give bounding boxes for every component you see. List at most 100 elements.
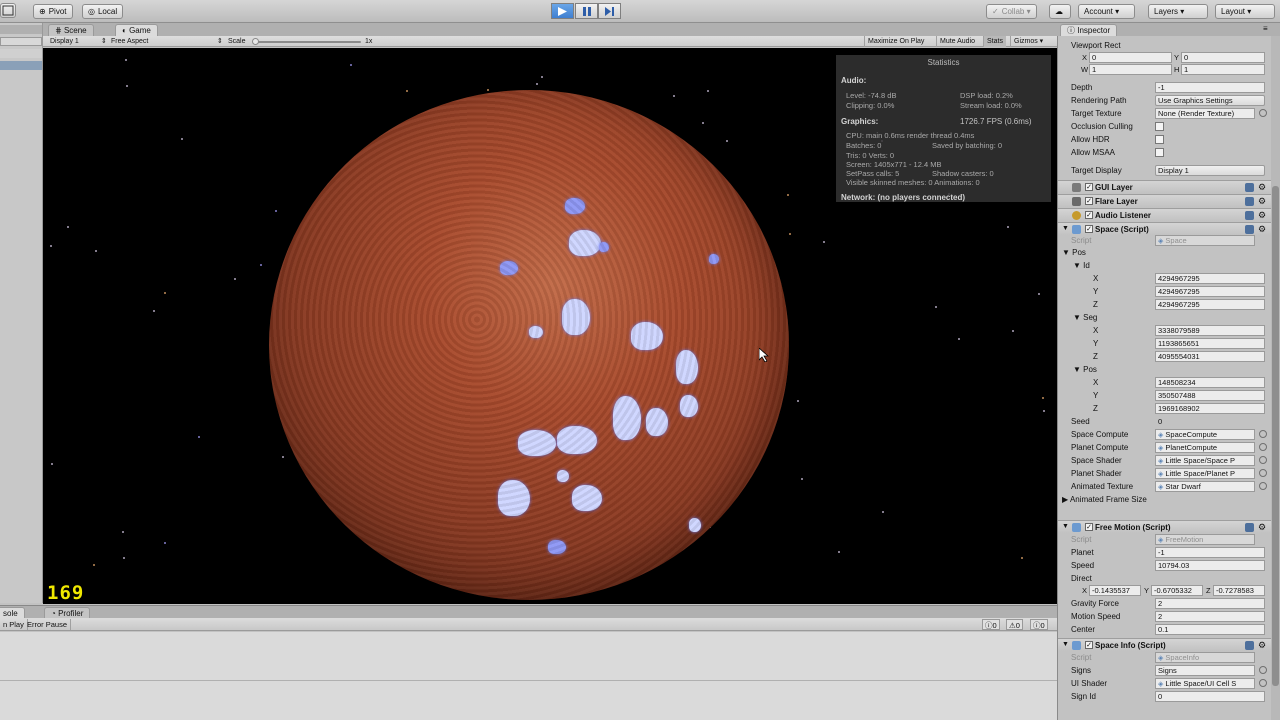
help-book-icon[interactable] [1245, 641, 1254, 650]
gear-icon[interactable]: ⚙ [1258, 210, 1266, 221]
help-book-icon[interactable] [1245, 183, 1254, 192]
cloud-button[interactable]: ☁ [1049, 4, 1071, 19]
object-picker-icon[interactable] [1259, 469, 1267, 477]
stats-toggle[interactable]: Stats [983, 36, 1006, 47]
rect-tool-button[interactable] [0, 3, 16, 18]
pivot-toggle[interactable]: ⊕ Pivot [33, 4, 73, 19]
id-foldout[interactable]: ▼ Id [1058, 259, 1273, 272]
sign-id-field[interactable]: 0 [1155, 691, 1265, 702]
mute-audio-toggle[interactable]: Mute Audio [936, 36, 978, 47]
error-pause-toggle[interactable]: Error Pause [24, 619, 72, 630]
warning-count-toggle[interactable]: ⚠0 [1006, 619, 1023, 630]
animated-frame-size-foldout[interactable]: ▶ Animated Frame Size [1058, 493, 1273, 506]
game-view[interactable]: 169 Statistics Audio: Level: -74.8 dB DS… [43, 48, 1057, 604]
id-x-field[interactable]: 4294967295 [1155, 273, 1265, 284]
occlusion-culling-checkbox[interactable] [1155, 122, 1164, 131]
scale-slider-track[interactable] [256, 41, 361, 43]
target-texture-field[interactable]: None (Render Texture) [1155, 108, 1255, 119]
panel-menu-icon[interactable]: ≡ [1263, 24, 1268, 33]
target-display-dropdown[interactable]: Display 1 [1155, 165, 1265, 176]
space-script-enabled-checkbox[interactable]: ✓ [1085, 225, 1093, 233]
maximize-on-play-toggle[interactable]: Maximize On Play [864, 36, 927, 47]
allow-msaa-checkbox[interactable] [1155, 148, 1164, 157]
step-button[interactable] [598, 3, 621, 19]
planet-shader-field[interactable]: Little Space/Planet P [1155, 468, 1255, 479]
pos-y-field[interactable]: 350507488 [1155, 390, 1265, 401]
signs-field[interactable]: Signs [1155, 665, 1255, 676]
free-motion-component[interactable]: ▼ ✓ Free Motion (Script) ⚙ [1058, 520, 1273, 533]
viewport-h-field[interactable]: 1 [1181, 64, 1265, 75]
tab-game[interactable]: ◐ Game [115, 24, 158, 36]
tab-inspector[interactable]: ⓘ Inspector [1060, 24, 1118, 36]
display-dropdown[interactable]: Display 1 ⇕ [50, 36, 107, 47]
object-picker-icon[interactable] [1259, 430, 1267, 438]
log-count-toggle[interactable]: ⓘ0 [982, 619, 1000, 630]
object-picker-icon[interactable] [1259, 482, 1267, 490]
help-book-icon[interactable] [1245, 225, 1254, 234]
flare-layer-enabled-checkbox[interactable]: ✓ [1085, 197, 1093, 205]
foldout-open-icon[interactable]: ▼ [1062, 641, 1069, 648]
layers-dropdown[interactable]: Layers ▾ [1148, 4, 1208, 19]
direct-x-field[interactable]: -0.1435537 [1089, 585, 1141, 596]
play-button[interactable] [551, 3, 574, 19]
space-info-component[interactable]: ▼ ✓ Space Info (Script) ⚙ [1058, 638, 1273, 651]
tab-scene[interactable]: ⋕ Scene [48, 24, 94, 36]
gear-icon[interactable]: ⚙ [1258, 196, 1266, 207]
allow-hdr-checkbox[interactable] [1155, 135, 1164, 144]
viewport-x-field[interactable]: 0 [1089, 52, 1172, 63]
direct-z-field[interactable]: -0.7278583 [1213, 585, 1265, 596]
account-dropdown[interactable]: Account ▾ [1078, 4, 1135, 19]
help-book-icon[interactable] [1245, 523, 1254, 532]
object-picker-icon[interactable] [1259, 456, 1267, 464]
foldout-open-icon[interactable]: ▼ [1062, 225, 1069, 232]
object-picker-icon[interactable] [1259, 443, 1267, 451]
inspector-scrollbar[interactable] [1271, 36, 1280, 720]
pos-sub-foldout[interactable]: ▼ Pos [1058, 363, 1273, 376]
space-shader-field[interactable]: Little Space/Space P [1155, 455, 1255, 466]
help-book-icon[interactable] [1245, 197, 1254, 206]
scale-slider-thumb[interactable] [252, 38, 259, 45]
object-picker-icon[interactable] [1259, 679, 1267, 687]
id-y-field[interactable]: 4294967295 [1155, 286, 1265, 297]
ui-shader-field[interactable]: Little Space/UI Cell S [1155, 678, 1255, 689]
viewport-w-field[interactable]: 1 [1089, 64, 1172, 75]
direct-y-field[interactable]: -0.6705332 [1151, 585, 1203, 596]
audio-listener-component[interactable]: ✓ Audio Listener ⚙ [1058, 208, 1273, 221]
pos-z-field[interactable]: 1969168902 [1155, 403, 1265, 414]
object-picker-icon[interactable] [1259, 666, 1267, 674]
aspect-dropdown[interactable]: Free Aspect ⇕ [111, 36, 223, 47]
center-field[interactable]: 0.1 [1155, 624, 1265, 635]
gravity-force-field[interactable]: 2 [1155, 598, 1265, 609]
id-z-field[interactable]: 4294967295 [1155, 299, 1265, 310]
depth-field[interactable]: -1 [1155, 82, 1265, 93]
rendering-path-dropdown[interactable]: Use Graphics Settings [1155, 95, 1265, 106]
flare-layer-component[interactable]: ✓ Flare Layer ⚙ [1058, 194, 1273, 207]
pause-button[interactable] [575, 3, 598, 19]
collab-dropdown[interactable]: ✓ Collab ▾ [986, 4, 1037, 19]
gui-layer-enabled-checkbox[interactable]: ✓ [1085, 183, 1093, 191]
gear-icon[interactable]: ⚙ [1258, 522, 1266, 533]
animated-texture-field[interactable]: Star Dwarf [1155, 481, 1255, 492]
inspector-scrollbar-thumb[interactable] [1272, 186, 1279, 686]
hierarchy-create-dropdown[interactable] [0, 49, 42, 58]
foldout-open-icon[interactable]: ▼ [1062, 523, 1069, 530]
local-toggle[interactable]: ◎ Local [82, 4, 124, 19]
gui-layer-component[interactable]: ✓ GUI Layer ⚙ [1058, 180, 1273, 193]
motion-speed-field[interactable]: 2 [1155, 611, 1265, 622]
seg-z-field[interactable]: 4095554031 [1155, 351, 1265, 362]
error-count-toggle[interactable]: ⓘ0 [1030, 619, 1048, 630]
gear-icon[interactable]: ⚙ [1258, 182, 1266, 193]
space-compute-field[interactable]: SpaceCompute [1155, 429, 1255, 440]
layout-dropdown[interactable]: Layout ▾ [1215, 4, 1275, 19]
speed-field[interactable]: 10794.03 [1155, 560, 1265, 571]
seg-x-field[interactable]: 3338079589 [1155, 325, 1265, 336]
seed-field[interactable]: 0 [1155, 416, 1265, 427]
planet-field[interactable]: -1 [1155, 547, 1265, 558]
seg-y-field[interactable]: 1193865651 [1155, 338, 1265, 349]
gizmos-dropdown[interactable]: Gizmos ▾ [1010, 36, 1046, 47]
hierarchy-selected-item[interactable] [0, 61, 42, 70]
help-book-icon[interactable] [1245, 211, 1254, 220]
console-log-area[interactable] [0, 632, 1057, 720]
planet-compute-field[interactable]: PlanetCompute [1155, 442, 1255, 453]
pos-foldout[interactable]: ▼ Pos [1058, 246, 1273, 259]
